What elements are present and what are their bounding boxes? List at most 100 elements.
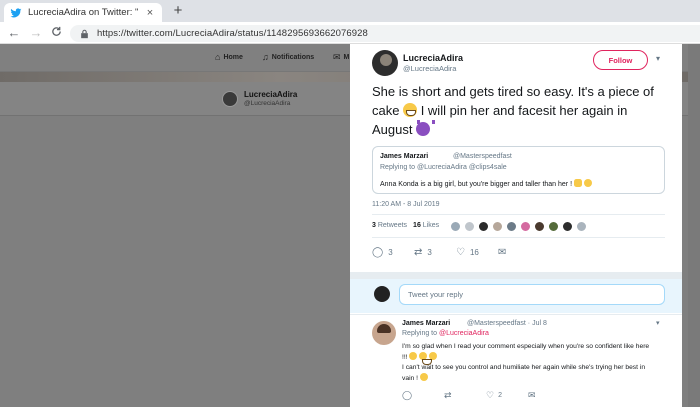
address-bar: ← → https://twitter.com/LucreciaAdira/st…	[0, 22, 700, 44]
url-field[interactable]: https://twitter.com/LucreciaAdira/status…	[70, 25, 700, 42]
chevron-down-icon[interactable]: ▾	[656, 54, 660, 63]
browser-tab-bar: LucreciaAdira on Twitter: "She is × +	[0, 0, 700, 22]
tweet-text: She is short and gets tired so easy. It'…	[372, 82, 657, 139]
author-name[interactable]: LucreciaAdira	[403, 53, 463, 63]
quote-replying-to: Replying to @LucreciaAdira @clips4sale	[380, 164, 507, 171]
avatar[interactable]	[464, 221, 475, 232]
nav-notifications-label: Notifications	[271, 53, 315, 61]
tweet-modal: LucreciaAdira @LucreciaAdira Follow ▾ Sh…	[350, 44, 682, 407]
tweet-stats: 3 Retweets 16 Likes	[372, 222, 439, 229]
nav-home-label: Home	[223, 53, 243, 61]
tweet-timestamp[interactable]: 11:20 AM - 8 Jul 2019	[372, 201, 440, 208]
reply-icon: ◯	[372, 247, 384, 258]
quote-author-name: James Marzari	[380, 153, 429, 160]
tab-close-icon[interactable]: ×	[144, 7, 156, 19]
reply-text: I'm so glad when I read your comment esp…	[402, 342, 652, 384]
likes-label: Likes	[422, 222, 440, 229]
retweets-stat[interactable]: 3 Retweets	[372, 222, 407, 229]
heart-icon: ♡	[486, 390, 495, 400]
new-tab-button[interactable]: +	[170, 3, 186, 19]
avatar[interactable]	[548, 221, 559, 232]
reply-count: 3	[388, 248, 393, 257]
back-button[interactable]: ←	[6, 25, 22, 41]
lock-icon	[81, 29, 88, 38]
mail-icon: ✉	[528, 390, 536, 400]
avatar[interactable]	[372, 321, 396, 345]
bell-icon: ♫	[262, 52, 269, 62]
avatar[interactable]	[450, 221, 461, 232]
likes-count: 16	[413, 222, 421, 229]
avatar[interactable]	[222, 91, 238, 107]
reply-button[interactable]: ◯ 3	[372, 247, 393, 258]
reply-composer: Tweet your reply	[350, 279, 682, 313]
smile-emoji-icon	[409, 352, 418, 360]
avatar[interactable]	[562, 221, 573, 232]
retweet-icon: ⇄	[414, 247, 423, 258]
url-text: https://twitter.com/LucreciaAdira/status…	[97, 28, 368, 39]
reply-author-name[interactable]: James Marzari	[402, 320, 450, 327]
reply-icon: ◯	[402, 390, 413, 400]
smirk-emoji-icon	[419, 373, 428, 381]
avatar	[374, 286, 390, 302]
profile-name: LucreciaAdira	[244, 90, 298, 99]
grinning-emoji-icon	[403, 103, 418, 117]
replying-link[interactable]: @LucreciaAdira	[439, 330, 489, 337]
avatar[interactable]	[534, 221, 545, 232]
message-button[interactable]: ✉	[528, 390, 536, 401]
heart-icon: ♡	[456, 247, 465, 258]
home-icon: ⌂	[215, 52, 221, 62]
avatar[interactable]	[478, 221, 489, 232]
devil-emoji-icon	[416, 120, 436, 136]
avatar[interactable]	[520, 221, 531, 232]
quote-text: Anna Konda is a big girl, but you're big…	[380, 179, 592, 188]
avatar[interactable]	[372, 50, 398, 76]
reply-actions: ◯ ⇄ ♡ 2 ✉	[402, 390, 652, 402]
retweet-button[interactable]: ⇄ 3	[414, 247, 432, 258]
mail-icon: ✉	[498, 247, 507, 258]
profile-handle: @LucreciaAdira	[244, 100, 291, 107]
reply-replying-to: Replying to @LucreciaAdira	[402, 330, 489, 337]
nav-messages-label: M	[343, 54, 350, 61]
grinning-emoji-icon	[419, 352, 433, 365]
browser-tab[interactable]: LucreciaAdira on Twitter: "She is ×	[4, 3, 162, 22]
retweet-count: 3	[427, 248, 432, 257]
scrollbar[interactable]	[688, 44, 700, 407]
quoted-tweet[interactable]: James Marzari @Masterspeedfast Replying …	[372, 146, 665, 194]
section-separator	[350, 272, 682, 279]
nav-home[interactable]: ⌂ Home	[215, 52, 243, 62]
nav-messages[interactable]: ✉ M	[333, 52, 349, 63]
tab-title: LucreciaAdira on Twitter: "She is	[28, 7, 138, 18]
twitter-bird-icon	[10, 7, 22, 17]
retweet-icon: ⇄	[444, 390, 452, 400]
avatar[interactable]	[506, 221, 517, 232]
replying-prefix: Replying to	[402, 330, 439, 337]
flexed-biceps-emoji-icon	[573, 179, 582, 187]
reload-icon	[51, 26, 61, 36]
chevron-down-icon[interactable]: ▾	[656, 319, 660, 327]
nav-notifications[interactable]: ♫ Notifications	[262, 52, 314, 62]
reply-line2: I can't wait to see you control and humi…	[402, 364, 646, 382]
reply-tweet[interactable]: James Marzari @Masterspeedfast · Jul 8 ▾…	[350, 314, 682, 407]
likers-avatars	[450, 221, 587, 232]
avatar[interactable]	[492, 221, 503, 232]
author-handle[interactable]: @LucreciaAdira	[403, 64, 456, 73]
message-button[interactable]: ✉	[498, 247, 506, 258]
avatar[interactable]	[576, 221, 587, 232]
divider	[372, 214, 665, 215]
like-button[interactable]: ♡ 2	[486, 390, 502, 401]
heart-eyes-emoji-icon	[583, 179, 592, 187]
retweets-count: 3	[372, 222, 376, 229]
likes-stat[interactable]: 16 Likes	[413, 222, 439, 229]
retweet-button[interactable]: ⇄	[444, 390, 452, 401]
like-count: 2	[498, 392, 502, 399]
reload-button[interactable]	[48, 25, 64, 41]
forward-button[interactable]: →	[28, 25, 44, 41]
mail-icon: ✉	[333, 52, 341, 62]
quote-text-body: Anna Konda is a big girl, but you're big…	[380, 181, 573, 188]
reply-button[interactable]: ◯	[402, 390, 412, 401]
tweet-actions: ◯ 3 ⇄ 3 ♡ 16 ✉	[372, 247, 662, 261]
quote-author-handle: @Masterspeedfast	[453, 153, 512, 160]
like-button[interactable]: ♡ 16	[456, 247, 479, 258]
reply-input[interactable]: Tweet your reply	[399, 284, 665, 305]
follow-button[interactable]: Follow	[593, 50, 648, 70]
